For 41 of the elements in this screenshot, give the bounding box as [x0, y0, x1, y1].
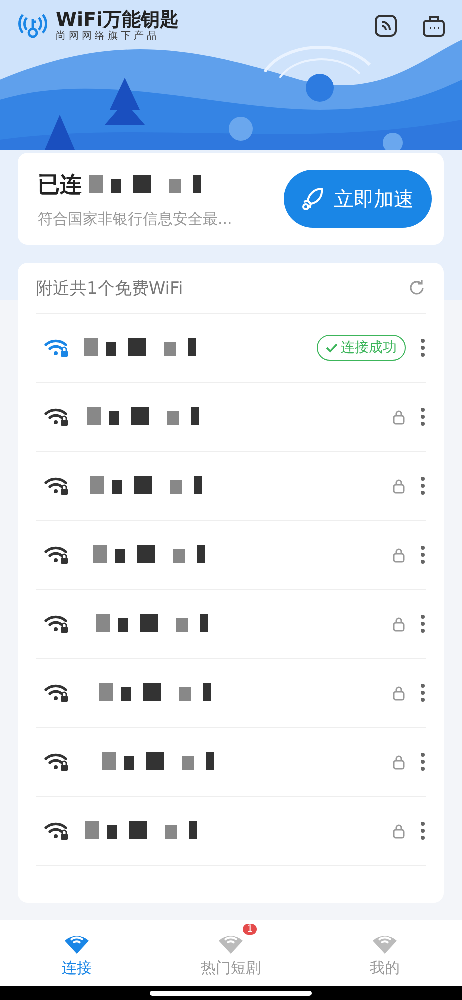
security-note: 符合国家非银行信息安全最... [38, 210, 234, 228]
boost-button[interactable]: 立即加速 [284, 170, 432, 228]
connected-badge: 连接成功 [317, 335, 406, 361]
lock-icon [392, 685, 406, 701]
wifi-lock-icon [44, 338, 70, 358]
lock-icon [392, 409, 406, 425]
home-indicator[interactable] [150, 990, 312, 996]
network-row[interactable]: 连接成功 [36, 314, 426, 383]
notification-badge: 1 [243, 924, 258, 935]
more-icon[interactable] [420, 476, 426, 496]
more-icon[interactable] [420, 407, 426, 427]
more-icon[interactable] [420, 545, 426, 565]
lock-icon [392, 547, 406, 563]
wifi-lock-icon [44, 476, 70, 496]
more-icon[interactable] [420, 338, 426, 358]
more-icon[interactable] [420, 752, 426, 772]
wifi-lock-icon [44, 752, 70, 772]
refresh-icon[interactable] [408, 279, 426, 297]
toolbox-icon[interactable] [422, 14, 446, 38]
wifi-lock-icon [44, 545, 70, 565]
connection-status: 已连 [38, 172, 82, 200]
nav-tab[interactable]: 热门短剧 1 [154, 920, 308, 986]
lock-icon [392, 616, 406, 632]
wifi-lock-icon [44, 614, 70, 634]
wifi-lock-icon [44, 407, 70, 427]
rocket-icon [300, 186, 326, 212]
check-icon [326, 343, 338, 353]
nav-tab[interactable]: 连接 [0, 920, 154, 986]
more-icon[interactable] [420, 821, 426, 841]
app-name: WiFi万能钥匙 [56, 10, 179, 31]
tagline: 尚网网络旗下产品 [56, 30, 161, 42]
lock-icon [392, 478, 406, 494]
wifi-lock-icon [44, 683, 70, 703]
lock-icon [392, 823, 406, 839]
more-icon[interactable] [420, 614, 426, 634]
nav-tab[interactable]: 我的 [308, 920, 462, 986]
cast-icon[interactable] [374, 14, 398, 38]
list-title: 附近共1个免费WiFi [36, 278, 184, 300]
wifi-lock-icon [44, 821, 70, 841]
lock-icon [392, 754, 406, 770]
more-icon[interactable] [420, 683, 426, 703]
